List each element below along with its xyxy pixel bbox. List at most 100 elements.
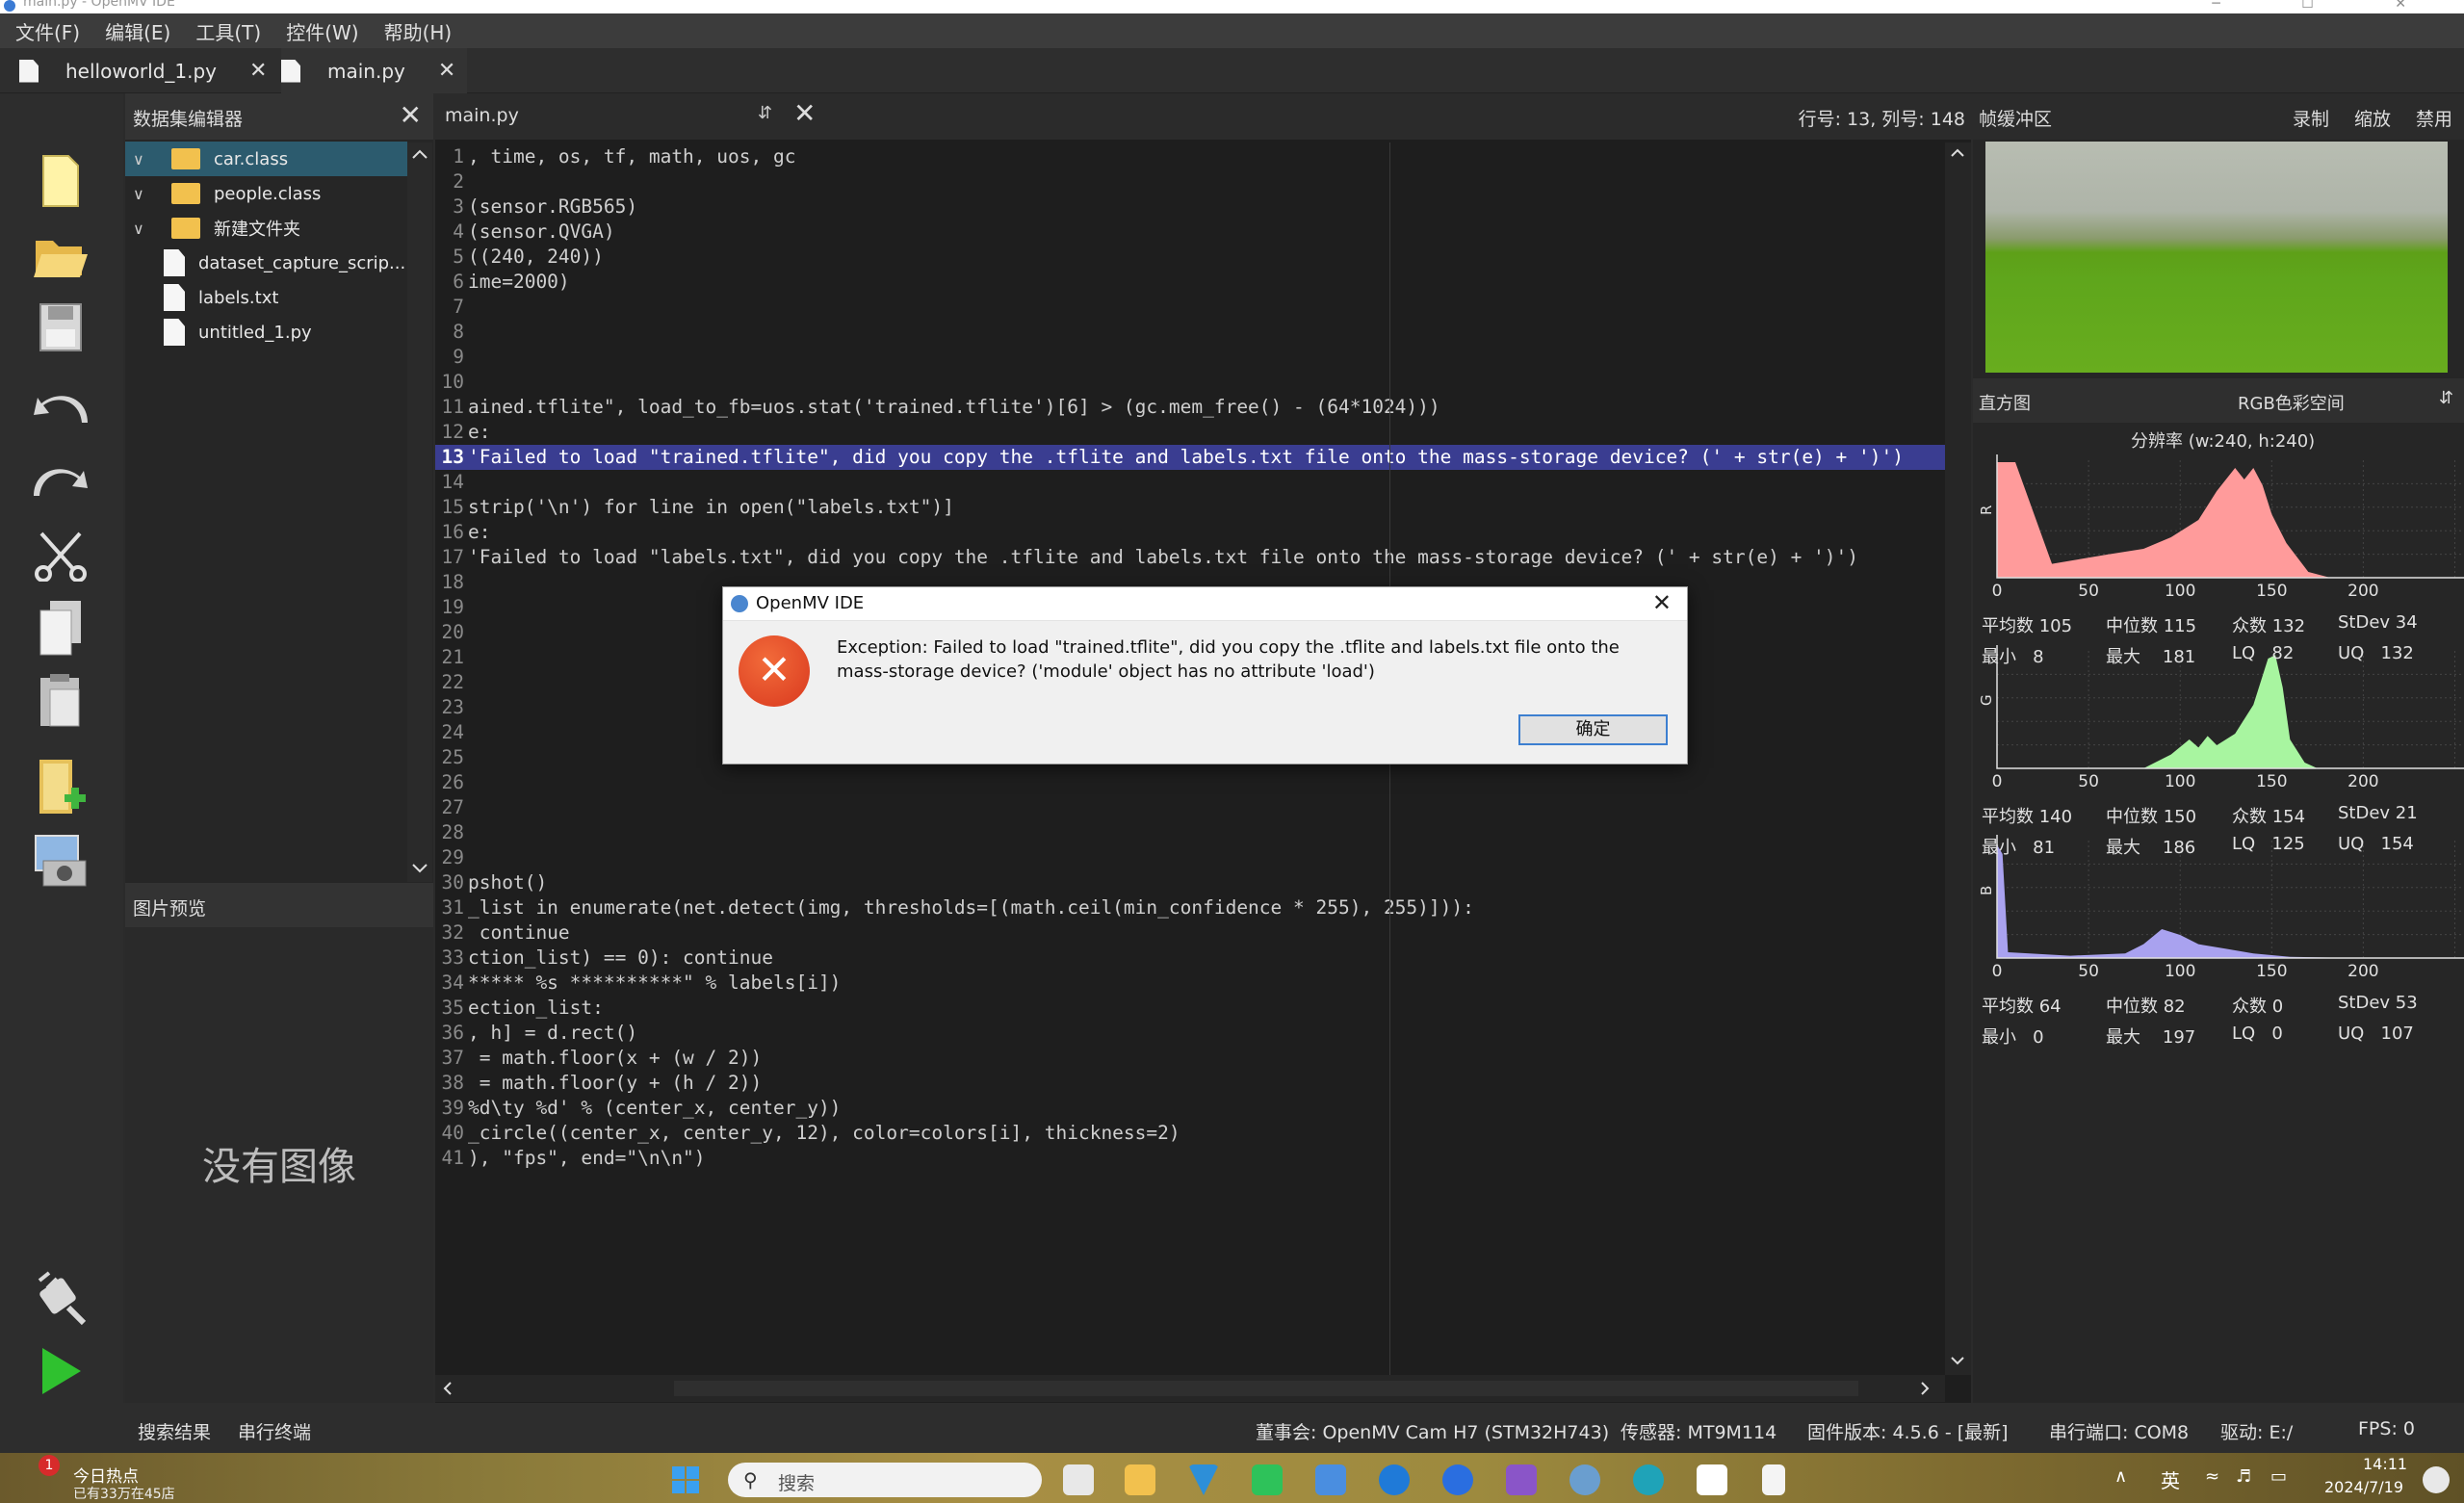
code-line[interactable]: 28 [435,820,1945,845]
code-line[interactable]: 17 'Failed to load "labels.txt", did you … [435,545,1945,570]
code-line[interactable]: 36, h] = d.rect() [435,1021,1945,1046]
menu-file[interactable]: 文件(F) [15,17,80,45]
close-icon[interactable]: ✕ [400,99,422,131]
code-line[interactable]: 12 e: [435,420,1945,445]
code-line[interactable]: 14 [435,470,1945,495]
paste-button[interactable] [29,671,92,731]
run-button[interactable] [29,1341,92,1401]
battery-icon[interactable]: ▭ [2270,1466,2287,1487]
code-line[interactable]: 15 strip('\n') for line in open("labels.t… [435,495,1945,520]
menu-tools[interactable]: 工具(T) [195,17,261,45]
wifi-icon[interactable]: ≈ [2205,1466,2219,1487]
tree-item-folder[interactable]: ∨ 新建文件夹 [125,211,407,246]
editor-vertical-scrollbar[interactable] [1945,143,1971,1375]
copy-button[interactable] [29,598,92,658]
code-line[interactable]: 29 [435,845,1945,870]
code-line[interactable]: 34 ***** %s **********" % labels[i]) [435,971,1945,996]
code-line[interactable]: 8 [435,320,1945,345]
qq-icon[interactable] [1697,1464,1727,1495]
code-line[interactable]: 38 = math.floor(y + (h / 2)) [435,1071,1945,1096]
code-line[interactable]: 6 ime=2000) [435,270,1945,295]
chevron-down-icon[interactable]: ∨ [133,150,150,168]
new-file-button[interactable] [29,151,92,211]
code-line[interactable]: 1, time, os, tf, math, uos, gc [435,144,1945,169]
tab-close-icon[interactable]: ✕ [438,59,455,83]
code-line[interactable]: 3 (sensor.RGB565) [435,194,1945,220]
tray-chevron-icon[interactable]: ∧ [2114,1466,2127,1487]
sort-arrows-icon[interactable]: ⇵ [758,103,772,123]
visual-studio-icon[interactable] [1506,1464,1537,1495]
document-icon[interactable] [1762,1464,1785,1495]
code-line[interactable]: 40 _circle((center_x, center_y, 12), colo… [435,1121,1945,1146]
code-line[interactable]: 7 [435,295,1945,320]
disable-button[interactable]: 禁用 [2416,105,2452,131]
menu-widgets[interactable]: 控件(W) [286,17,358,45]
serial-port-info[interactable]: 串行端口: COM8 [2049,1418,2189,1444]
editor-filename[interactable]: main.py [445,105,519,126]
tab-main[interactable]: main.py ✕ [281,48,468,93]
tree-item-file[interactable]: untitled_1.py [125,315,407,350]
code-line[interactable]: 27 [435,795,1945,820]
clock-time[interactable]: 14:11 [2363,1455,2407,1473]
undo-button[interactable] [29,378,92,438]
editor-app-icon[interactable] [1315,1464,1346,1495]
taskbar-search[interactable]: ⚲ 搜索 [728,1463,1042,1497]
code-line[interactable]: 31 _list in enumerate(net.detect(img, thr… [435,895,1945,920]
code-line[interactable]: 30 pshot() [435,870,1945,895]
zoom-button[interactable]: 缩放 [2354,105,2391,131]
drive-info[interactable]: 驱动: E:/ [2220,1418,2293,1444]
task-view-icon[interactable] [1063,1464,1094,1495]
dataset-scrollbar[interactable] [407,143,432,882]
notifications-icon[interactable] [2423,1466,2450,1493]
k-app-icon[interactable] [1442,1464,1473,1495]
record-button[interactable]: 录制 [2293,105,2329,131]
tab-close-icon[interactable]: ✕ [249,59,267,83]
tab-helloworld[interactable]: helloworld_1.py ✕ [19,48,267,93]
app-v-icon[interactable] [1188,1464,1219,1495]
code-line[interactable]: 5 ((240, 240)) [435,245,1945,270]
code-line[interactable]: 35 ection_list: [435,996,1945,1021]
code-line[interactable]: 2 [435,169,1945,194]
windows-start-icon[interactable] [670,1464,701,1495]
openmv-taskbar-icon[interactable] [1569,1464,1600,1495]
code-line[interactable]: 33 ction_list) == 0): continue [435,946,1945,971]
code-line[interactable]: 4 (sensor.QVGA) [435,220,1945,245]
tree-item-file[interactable]: labels.txt [125,280,407,315]
edge-browser-icon[interactable] [1379,1464,1410,1495]
color-space-select[interactable]: RGB色彩空间 [2238,390,2345,415]
code-line[interactable]: 11 ained.tflite", load_to_fb=uos.stat('tr… [435,395,1945,420]
select-arrows-icon[interactable]: ⇵ [2439,388,2453,408]
code-line[interactable]: 16 e: [435,520,1945,545]
firmware-info[interactable]: 固件版本: 4.5.6 - [最新] [1807,1418,2009,1444]
menu-edit[interactable]: 编辑(E) [105,17,170,45]
close-icon[interactable]: ✕ [793,97,816,129]
capture-image-button[interactable] [29,831,92,891]
code-line[interactable]: 10 [435,370,1945,395]
cut-button[interactable] [29,525,92,584]
connect-button[interactable] [29,1268,92,1328]
tree-item-folder[interactable]: ∨ car.class [125,142,407,176]
tree-item-file[interactable]: dataset_capture_scrip... [125,246,407,280]
menu-help[interactable]: 帮助(H) [384,17,453,45]
ok-button[interactable]: 确定 [1518,714,1668,745]
code-line[interactable]: 32 continue [435,920,1945,946]
wechat-icon[interactable] [1252,1464,1283,1495]
chevron-down-icon[interactable]: ∨ [133,185,150,203]
save-button[interactable] [29,298,92,357]
open-file-button[interactable] [29,224,92,284]
ime-indicator[interactable]: 英 [2161,1465,2180,1493]
code-line[interactable]: 13 'Failed to load "trained.tflite", did … [435,445,1945,470]
code-line[interactable]: 26 [435,770,1945,795]
chevron-down-icon[interactable]: ∨ [133,220,150,238]
dialog-close-icon[interactable]: ✕ [1652,589,1672,616]
code-line[interactable]: 41), "fps", end="\n\n") [435,1146,1945,1171]
file-explorer-icon[interactable] [1125,1464,1155,1495]
code-line[interactable]: 9 [435,345,1945,370]
editor-horizontal-scrollbar[interactable] [435,1375,1945,1402]
code-line[interactable]: 39 %d\ty %d' % (center_x, center_y)) [435,1096,1945,1121]
serial-terminal-tab[interactable]: 串行终端 [238,1418,311,1444]
window-controls[interactable]: ─ ☐ ✕ [2212,0,2445,12]
volume-icon[interactable]: ♬ [2236,1466,2251,1487]
tree-item-folder[interactable]: ∨ people.class [125,176,407,211]
new-dataset-button[interactable] [29,758,92,817]
